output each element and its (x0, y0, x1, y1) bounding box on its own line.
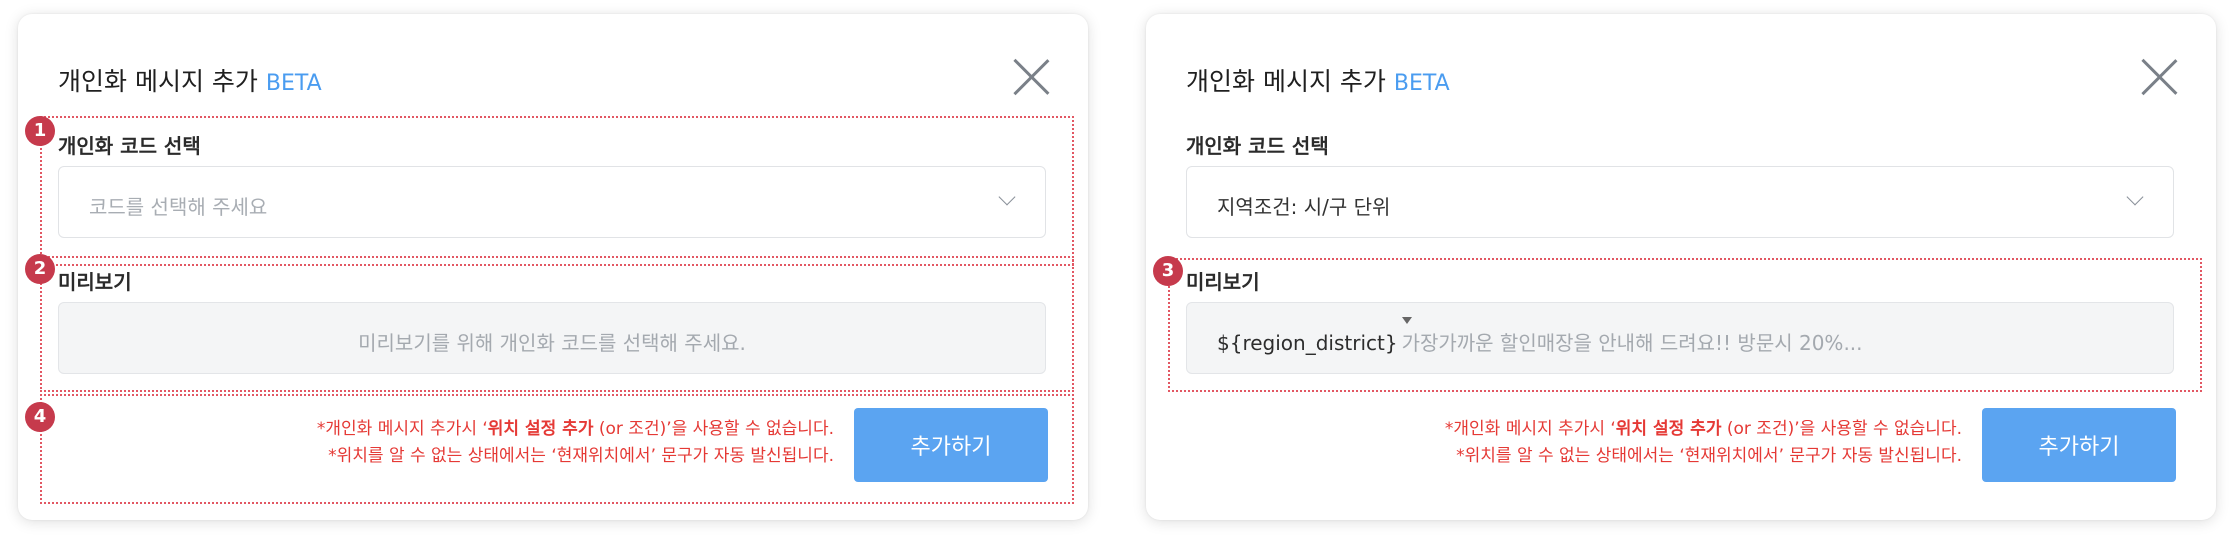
code-select-label: 개인화 코드 선택 (1186, 134, 1329, 158)
dialog-title-text: 개인화 메시지 추가 (1186, 67, 1386, 96)
close-icon[interactable] (1010, 56, 1052, 98)
annotation-badge-2: 2 (25, 254, 55, 284)
annotation-badge-1: 1 (25, 116, 55, 146)
beta-tag: BETA (265, 71, 322, 96)
warning-notes: *개인화 메시지 추가시 ‘위치 설정 추가 (or 조건)’을 사용할 수 없… (1342, 416, 1962, 470)
warning-note-1: *개인화 메시지 추가시 ‘위치 설정 추가 (or 조건)’을 사용할 수 없… (1444, 419, 1962, 439)
dialog-title: 개인화 메시지 추가 BETA (1186, 62, 1450, 98)
warning-note-2: *위치를 알 수 없는 상태에서는 ‘현재위치에서’ 문구가 자동 발신됩니다. (1456, 446, 1962, 466)
close-icon[interactable] (2138, 56, 2180, 98)
code-select-dropdown[interactable]: 지역조건: 시/구 단위 (1186, 166, 2174, 238)
annotation-badge-3: 3 (1153, 256, 1183, 286)
annotation-box-2 (40, 256, 1074, 392)
dialog-title: 개인화 메시지 추가 BETA (58, 62, 322, 98)
code-select-value: 지역조건: 시/구 단위 (1217, 195, 1391, 219)
annotation-box-1 (40, 116, 1074, 266)
personalized-message-dialog-filled: 개인화 메시지 추가 BETA 개인화 코드 선택 지역조건: 시/구 단위 미리… (1146, 14, 2216, 520)
annotation-badge-4: 4 (25, 402, 55, 432)
dialog-title-text: 개인화 메시지 추가 (58, 67, 258, 96)
personalized-message-dialog-empty: 개인화 메시지 추가 BETA 개인화 코드 선택 코드를 선택해 주세요 미리보… (18, 14, 1088, 520)
annotation-box-3 (1168, 258, 2202, 392)
chevron-down-icon (2126, 188, 2144, 206)
add-button[interactable]: 추가하기 (1982, 408, 2176, 482)
annotation-box-4 (40, 394, 1074, 504)
beta-tag: BETA (1393, 71, 1450, 96)
